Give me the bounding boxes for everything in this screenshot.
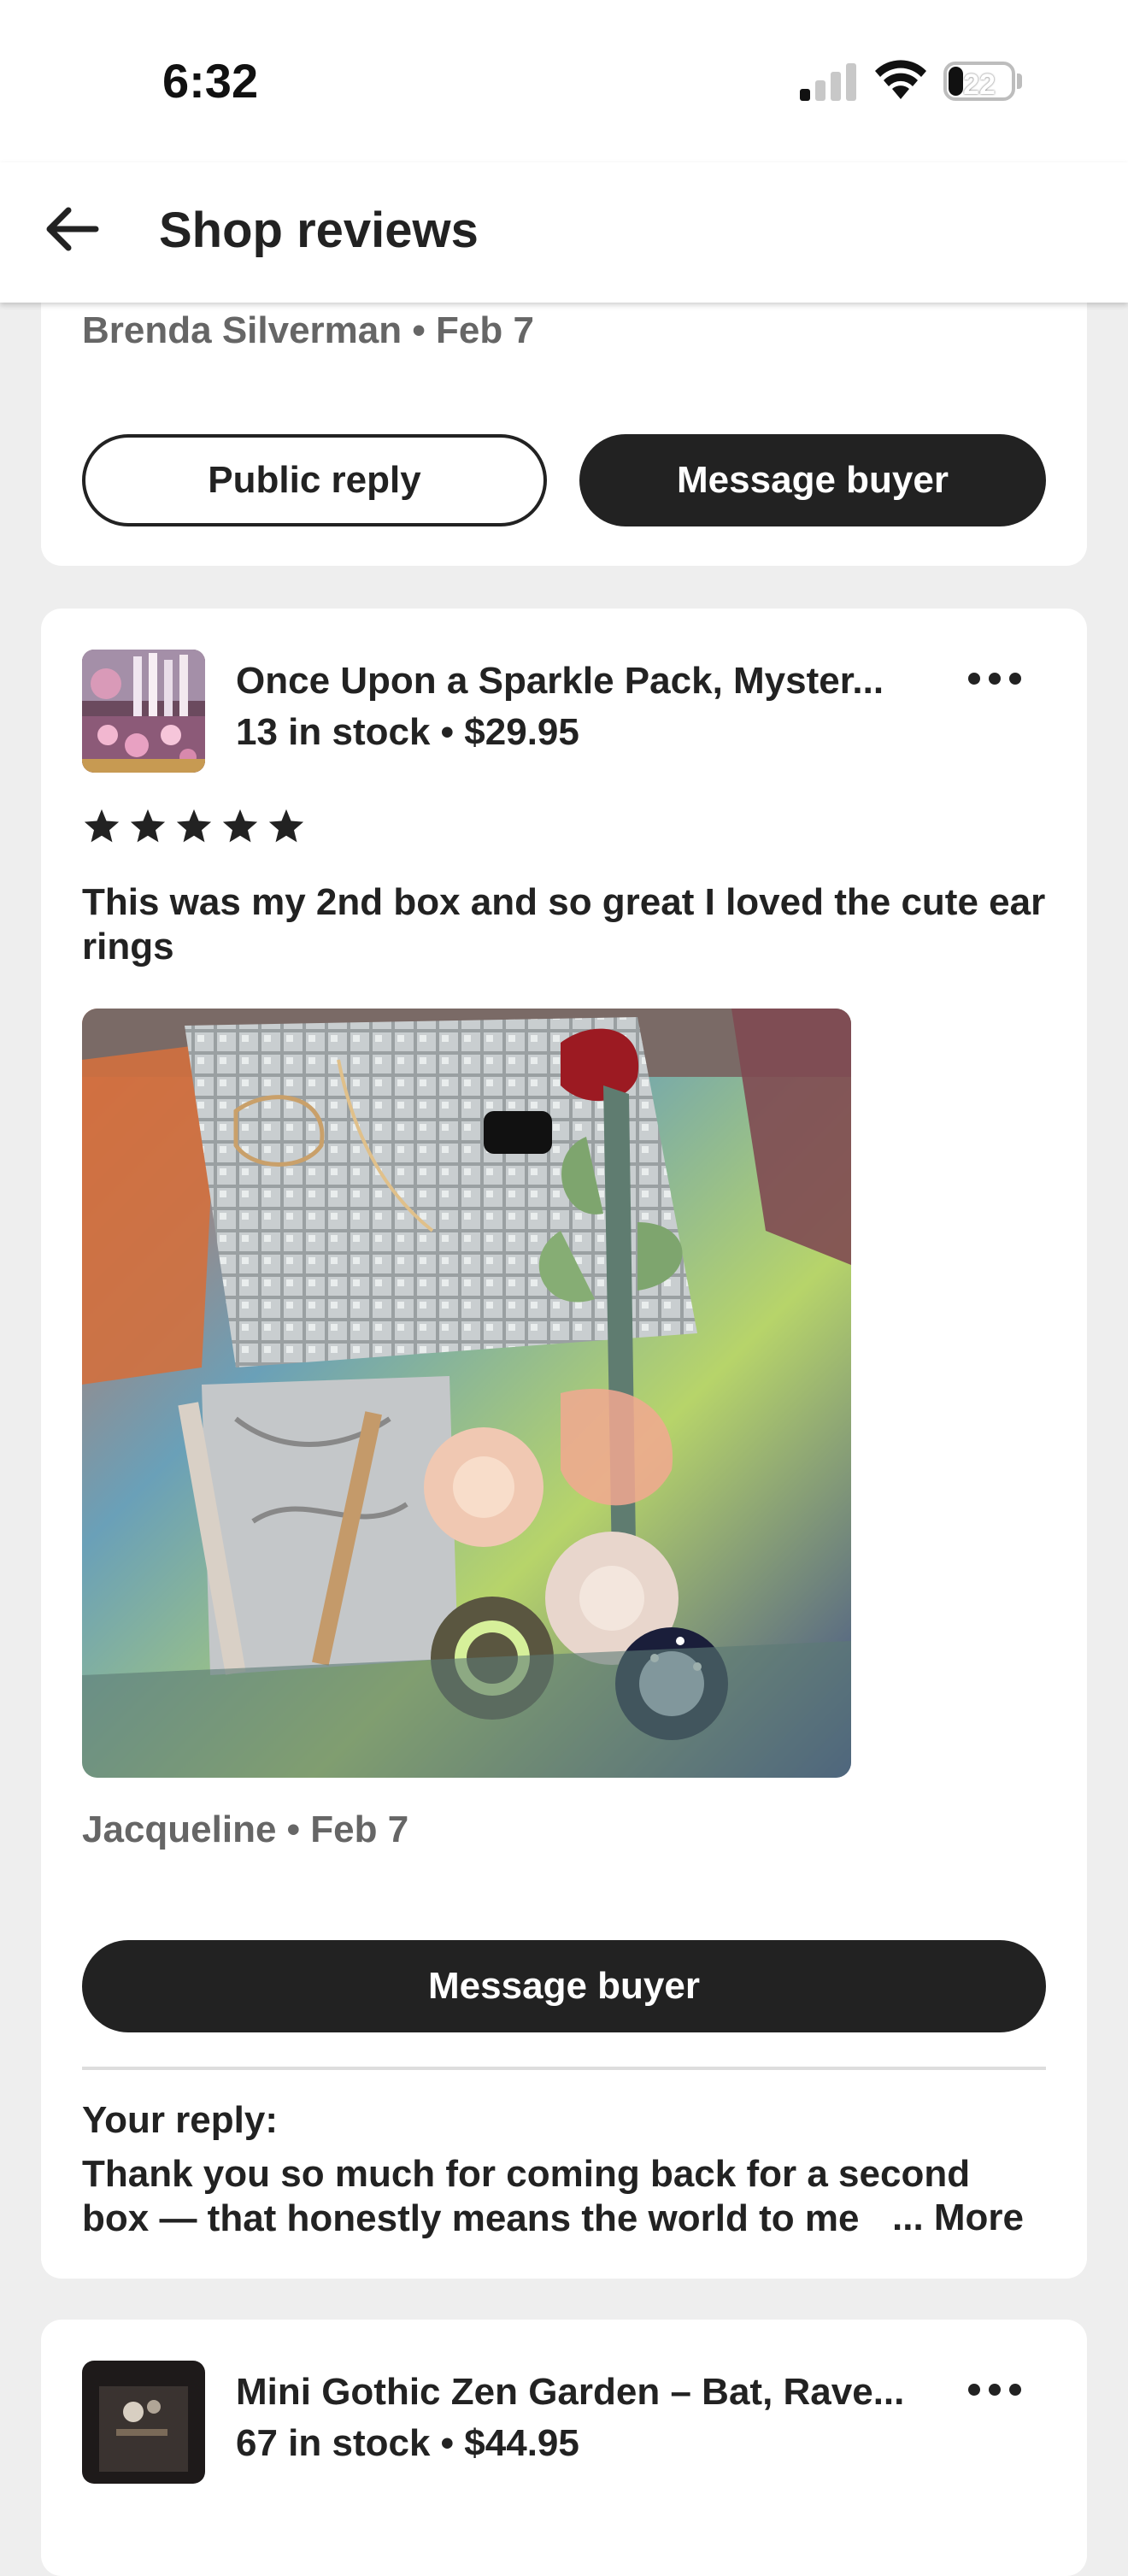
arrow-left-icon [46,207,99,251]
review-card: Once Upon a Sparkle Pack, Myster... 13 i… [41,609,1087,2279]
review-card-next: Mini Gothic Zen Garden – Bat, Rave... 67… [41,2320,1087,2576]
star-icon [176,809,212,843]
public-reply-button[interactable]: Public reply [82,434,547,526]
reply-label: Your reply: [82,2099,279,2141]
more-options-button[interactable] [961,662,1029,696]
listing-title[interactable]: Mini Gothic Zen Garden – Bat, Rave... [236,2371,919,2414]
listing-title[interactable]: Once Upon a Sparkle Pack, Myster... [236,660,919,703]
listing-stock-price: 67 in stock • $44.95 [236,2422,579,2464]
wifi-icon [875,60,926,99]
star-icon [222,809,258,843]
page-title: Shop reviews [159,203,479,258]
listing-thumbnail[interactable] [82,650,205,773]
more-options-button[interactable] [961,2373,1029,2407]
star-icon [84,809,120,843]
battery-icon: 22 [943,62,1022,101]
reply-text: Thank you so much for coming back for a … [82,2153,971,2239]
listing-thumbnail[interactable] [82,2361,205,2484]
listing-stock-price: 13 in stock • $29.95 [236,711,579,753]
review-author-date: Brenda Silverman • Feb 7 [82,309,534,351]
message-buyer-button[interactable]: Message buyer [579,434,1046,526]
review-text: This was my 2nd box and so great I loved… [82,881,1046,967]
app-header: Shop reviews [0,162,1128,303]
star-icon [130,809,166,843]
review-card-previous: Brenda Silverman • Feb 7 Public reply Me… [41,256,1087,566]
review-photo[interactable] [82,1009,851,1778]
message-buyer-button[interactable]: Message buyer [82,1940,1046,2032]
status-time: 6:32 [162,54,259,108]
divider [82,2067,1046,2070]
back-button[interactable] [38,195,106,263]
status-bar: 6:32 22 [0,0,1128,162]
star-icon [268,809,304,843]
cellular-signal-icon [800,63,856,101]
reply-more-link[interactable]: ... More [887,2197,1025,2239]
battery-level: 22 [963,68,996,101]
star-rating [82,807,306,846]
review-author-date: Jacqueline • Feb 7 [82,1808,409,1850]
more-horizontal-icon [968,673,1021,685]
more-horizontal-icon [968,2384,1021,2396]
